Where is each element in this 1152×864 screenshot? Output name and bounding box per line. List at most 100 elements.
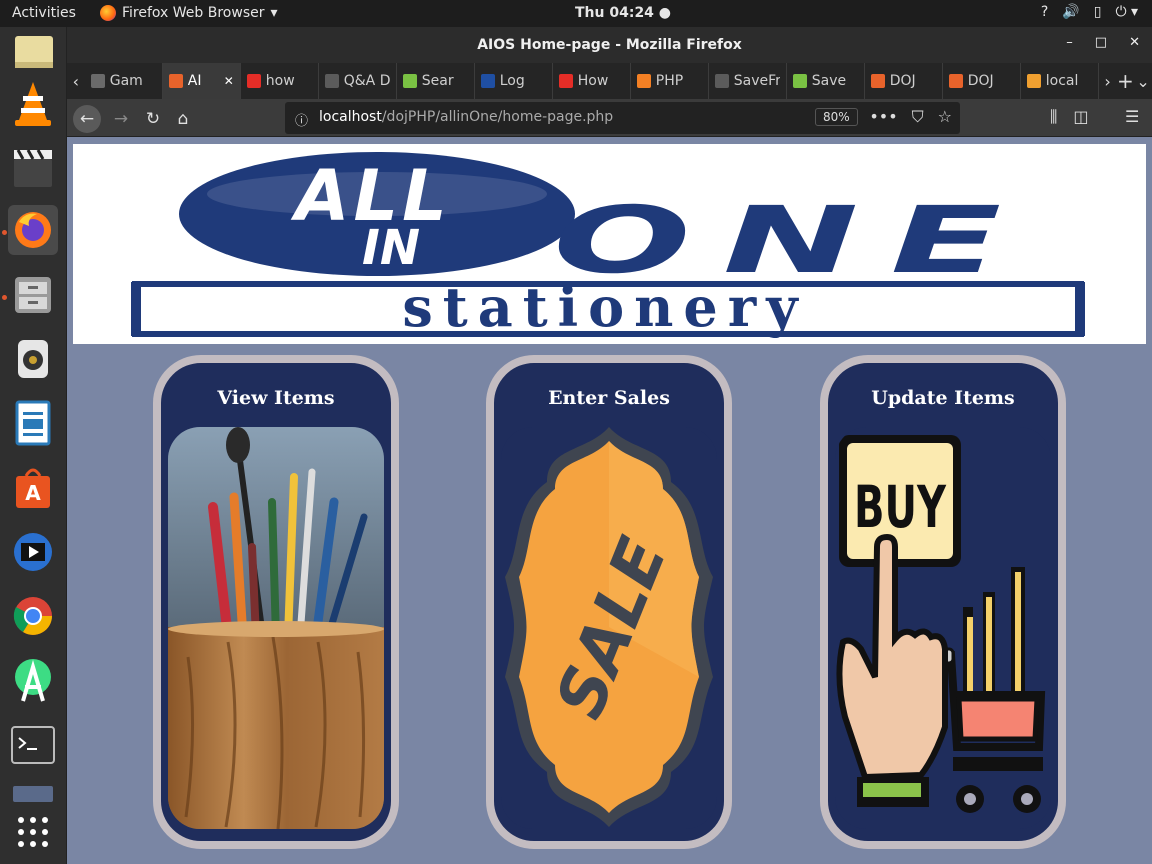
bookmark-star-icon[interactable]: ☆	[938, 107, 952, 127]
tab-label: DOJ	[889, 73, 916, 89]
page-actions-icon[interactable]: •••	[869, 107, 897, 127]
pocket-icon[interactable]: ⛉	[912, 107, 924, 127]
card-title: Enter Sales	[548, 387, 670, 409]
tab-label: how	[265, 73, 295, 89]
system-tray[interactable]: ? 🔊 ▯ ⏻ ▾	[1041, 4, 1138, 20]
browser-tab[interactable]: local	[1021, 63, 1099, 99]
app-menu[interactable]: Firefox Web Browser ▾	[100, 5, 278, 21]
tab-favicon-icon	[246, 74, 261, 88]
dock-android-studio[interactable]	[8, 655, 58, 705]
app-menu-label: Firefox Web Browser	[122, 5, 265, 21]
sale-badge-picture: SALE	[501, 427, 717, 829]
app-grid-icon	[18, 817, 48, 847]
tab-favicon-icon	[1026, 74, 1041, 88]
tab-label: Sear	[421, 73, 454, 89]
dock-files[interactable]	[8, 270, 58, 320]
url-host: localhost	[319, 109, 382, 125]
url-text[interactable]: localhost/dojPHP/allinOne/home-page.php	[319, 109, 613, 125]
page-content: ALL IN ONE stationery View Items Enter S…	[67, 137, 1152, 864]
zoom-reset-button[interactable]: 80%	[815, 108, 858, 126]
minimize-button[interactable]: –	[1066, 35, 1073, 50]
browser-tab[interactable]: Gam	[85, 63, 163, 99]
power-menu-icon: ⏻ ▾	[1115, 4, 1138, 20]
help-icon: ?	[1040, 4, 1049, 20]
url-bar[interactable]: ⓘ localhost/dojPHP/allinOne/home-page.ph…	[285, 102, 960, 134]
hamburger-menu-icon: ☰	[1125, 107, 1140, 126]
dock-notes-app[interactable]	[8, 29, 58, 79]
forward-button[interactable]: →	[107, 105, 135, 133]
sidebar-icon[interactable]: ◫	[1073, 107, 1088, 127]
toolbar-right: ⫼ ◫	[1050, 107, 1089, 127]
system-top-bar: Activities Firefox Web Browser ▾ Thu 04:…	[0, 0, 1152, 27]
browser-tab[interactable]: DOJ	[865, 63, 943, 99]
library-icon[interactable]: ⫼	[1050, 107, 1057, 127]
tab-label: Log	[499, 73, 525, 89]
vlc-cone-icon	[15, 82, 51, 126]
back-button[interactable]: ←	[73, 105, 101, 133]
dock-vlc[interactable]	[8, 79, 58, 129]
back-arrow-icon: ←	[79, 109, 95, 129]
speaker-icon	[18, 340, 48, 378]
browser-tab[interactable]: SaveFro	[709, 63, 787, 99]
video-player-icon	[14, 533, 52, 571]
logo-banner: ALL IN ONE stationery	[73, 144, 1146, 344]
dock-software-center[interactable]: A	[8, 463, 58, 513]
new-tab-button[interactable]: +	[1117, 63, 1135, 99]
browser-tab[interactable]: Sear	[397, 63, 475, 99]
url-path: /dojPHP/allinOne/home-page.php	[381, 109, 614, 125]
dock-video-editor[interactable]	[8, 143, 58, 193]
dock-video-player[interactable]	[8, 527, 58, 577]
running-indicator	[2, 230, 7, 235]
enter-sales-card[interactable]: Enter Sales SALE	[486, 355, 732, 849]
browser-tab[interactable]: How	[553, 63, 631, 99]
maximize-button[interactable]: □	[1095, 35, 1107, 50]
browser-tab[interactable]: AI ✕	[162, 63, 241, 99]
tab-label: Save	[811, 73, 847, 89]
firefox-icon	[15, 212, 51, 248]
pencil-holder-picture	[168, 427, 384, 829]
terminal-icon	[11, 726, 55, 764]
site-info-icon[interactable]: ⓘ	[295, 110, 308, 129]
dock-partial-item[interactable]	[8, 782, 58, 802]
clock[interactable]: Thu 04:24 ●	[575, 5, 671, 21]
view-items-card[interactable]: View Items	[153, 355, 399, 849]
logo-in-text: IN	[362, 220, 420, 276]
sticky-notes-icon	[15, 36, 53, 68]
dock: A	[0, 27, 67, 864]
close-tab-icon[interactable]: ✕	[224, 74, 234, 88]
show-applications-button[interactable]	[8, 807, 58, 857]
browser-tab[interactable]: how	[241, 63, 319, 99]
file-cabinet-icon	[15, 277, 51, 313]
tab-favicon-icon	[402, 74, 417, 88]
tab-label: Gam	[109, 73, 143, 89]
tab-label: DOJ	[967, 73, 994, 89]
browser-tab[interactable]: Q&A Dis	[319, 63, 397, 99]
dock-chrome[interactable]	[8, 591, 58, 641]
tab-favicon-icon	[558, 74, 573, 88]
browser-tab[interactable]: Save	[787, 63, 865, 99]
close-window-button[interactable]: ✕	[1129, 35, 1140, 50]
tab-label: AI	[187, 73, 202, 89]
browser-tab[interactable]: PHP	[631, 63, 709, 99]
list-all-tabs-button[interactable]: ⌄	[1134, 63, 1152, 99]
dock-firefox[interactable]	[8, 205, 58, 255]
svg-text:A: A	[25, 481, 41, 505]
pencil-cup-image	[168, 427, 384, 829]
menu-button[interactable]: ☰	[1125, 107, 1139, 126]
partial-app-icon	[13, 786, 53, 802]
dock-writer[interactable]	[8, 398, 58, 448]
dock-rhythmbox[interactable]	[8, 334, 58, 384]
running-indicator	[2, 295, 7, 300]
scroll-tabs-right-button[interactable]: ›	[1099, 63, 1117, 99]
home-button[interactable]: ⌂	[169, 105, 197, 133]
scroll-tabs-left-button[interactable]: ‹	[67, 63, 85, 99]
activities-button[interactable]: Activities	[12, 5, 76, 21]
browser-tab[interactable]: Log	[475, 63, 553, 99]
update-items-card[interactable]: Update Items BUY	[820, 355, 1066, 849]
browser-tab[interactable]: DOJ	[943, 63, 1021, 99]
reload-button[interactable]: ↻	[139, 105, 167, 133]
dock-terminal[interactable]	[8, 720, 58, 770]
tab-favicon-icon	[948, 74, 963, 88]
sale-badge-image: SALE	[501, 427, 717, 829]
clock-label: Thu 04:24	[575, 5, 654, 21]
